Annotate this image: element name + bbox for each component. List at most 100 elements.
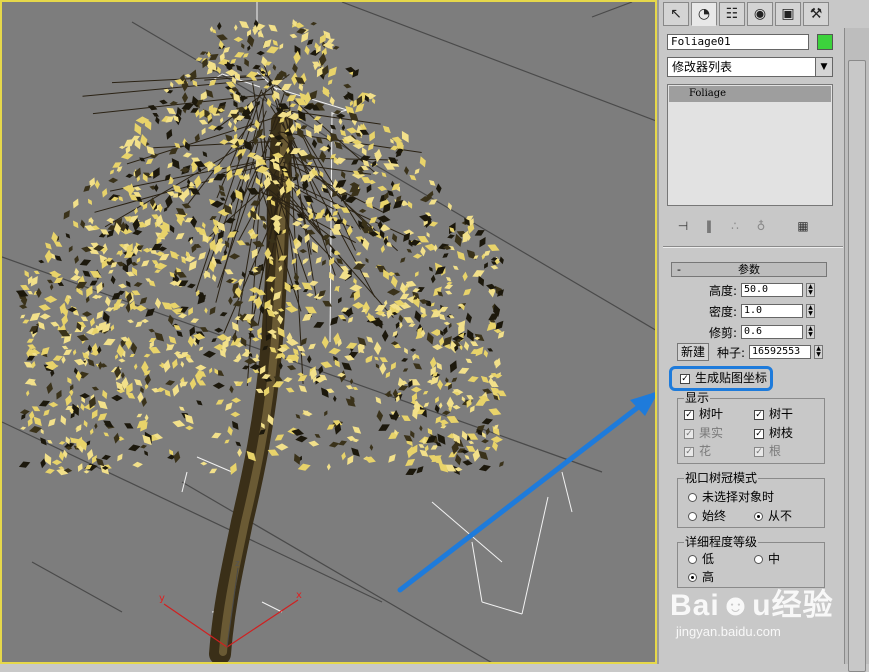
branches-checkbox[interactable]: ✓ <box>754 428 764 439</box>
branches-label: 树枝 <box>769 426 794 440</box>
never-radio[interactable] <box>754 512 763 521</box>
when-not-selected-option[interactable]: 未选择对象时 <box>688 490 774 504</box>
never-option[interactable]: 从不 <box>754 509 792 523</box>
roots-label: 根 <box>769 444 782 458</box>
density-param: 密度: 1.0 ▲ ▼ <box>670 303 815 319</box>
modify-icon: ◔ <box>697 6 711 22</box>
fruit-label: 果实 <box>699 426 724 440</box>
display-icon: ▣ <box>781 6 795 22</box>
gen-map-coords-highlight[interactable]: ✓ 生成贴图坐标 <box>669 366 773 391</box>
axis-z-label: z <box>235 559 240 569</box>
gen-map-coords-checkbox[interactable]: ✓ <box>680 373 690 384</box>
tree-trunk <box>209 111 293 662</box>
collapse-icon: - <box>677 263 681 276</box>
always-radio[interactable] <box>688 512 697 521</box>
low-label: 低 <box>702 552 715 566</box>
when-not-selected-label: 未选择对象时 <box>702 490 775 504</box>
panel-scroll-thumb[interactable] <box>848 60 866 672</box>
axis-x-label: x <box>296 590 302 601</box>
prune-spinner[interactable]: 0.6 <box>741 325 803 339</box>
display-group: 显示 ✓ 树叶 ✓ 树干 ✓ 果实 ✓ 树枝 ✓ 花 ✓ 根 <box>677 391 825 464</box>
tab-modify[interactable]: ◔ <box>691 2 717 26</box>
display-group-title: 显示 <box>684 391 711 405</box>
when-not-selected-radio[interactable] <box>688 493 697 502</box>
divider <box>663 246 843 248</box>
height-label: 高度: <box>708 283 737 298</box>
motion-icon: ◉ <box>753 6 767 22</box>
stack-item-foliage[interactable]: Foliage <box>669 86 831 102</box>
utilities-icon: ⚒ <box>809 6 823 22</box>
leaves-checkbox[interactable]: ✓ <box>684 409 694 420</box>
tab-utilities[interactable]: ⚒ <box>803 2 829 26</box>
canopy-mode-title: 视口树冠模式 <box>684 471 759 485</box>
fruit-checkbox[interactable]: ✓ <box>684 428 694 439</box>
hierarchy-icon: ☷ <box>725 6 739 22</box>
low-option[interactable]: 低 <box>688 552 714 566</box>
watermark: Bai☻u经验 jingyan.baidu.com <box>670 580 834 639</box>
trunk-label: 树干 <box>769 407 794 421</box>
rollout-title: 参数 <box>738 263 760 276</box>
panel-scrollbar[interactable] <box>844 28 869 672</box>
fruit-option[interactable]: ✓ 果实 <box>684 426 723 440</box>
tab-hierarchy[interactable]: ☷ <box>719 2 745 26</box>
density-spinner[interactable]: 1.0 <box>741 304 803 318</box>
flowers-label: 花 <box>699 444 712 458</box>
modifier-stack[interactable]: Foliage <box>667 84 833 206</box>
command-panel-tabs: ↖ ◔ ☷ ◉ ▣ ⚒ <box>663 2 829 28</box>
configure-sets-icon[interactable]: ▦ <box>793 216 813 236</box>
object-name-input[interactable]: Foliage01 <box>667 34 809 50</box>
watermark-brand: Bai☻u经验 <box>670 589 834 622</box>
seed-spinner[interactable]: 16592553 <box>749 345 811 359</box>
flowers-checkbox[interactable]: ✓ <box>684 446 694 457</box>
height-spinner[interactable]: 50.0 <box>741 283 803 297</box>
never-label: 从不 <box>768 509 793 523</box>
leaves-label: 树叶 <box>699 407 724 421</box>
stack-toolbar: ⊣ ‖ ∴ ♁ ▦ <box>667 212 833 240</box>
axis-y-label: y <box>159 593 165 604</box>
tab-motion[interactable]: ◉ <box>747 2 773 26</box>
remove-modifier-icon[interactable]: ♁ <box>751 216 771 236</box>
seed-spinner-arrows[interactable]: ▲ ▼ <box>814 345 823 359</box>
medium-label: 中 <box>768 552 781 566</box>
trunk-option[interactable]: ✓ 树干 <box>754 407 793 421</box>
prune-param: 修剪: 0.6 ▲ ▼ <box>670 324 815 340</box>
low-radio[interactable] <box>688 555 697 564</box>
canopy-mode-group: 视口树冠模式 未选择对象时 始终 从不 <box>677 471 825 528</box>
density-label: 密度: <box>708 304 737 319</box>
perspective-viewport[interactable]: y x z <box>0 0 657 664</box>
medium-option[interactable]: 中 <box>754 552 780 566</box>
always-label: 始终 <box>702 509 727 523</box>
branches-option[interactable]: ✓ 树枝 <box>754 426 793 440</box>
flowers-option[interactable]: ✓ 花 <box>684 444 711 458</box>
parameters-rollout-header[interactable]: - 参数 <box>671 262 827 277</box>
tab-display[interactable]: ▣ <box>775 2 801 26</box>
gen-map-coords-label: 生成贴图坐标 <box>695 371 768 385</box>
height-spinner-arrows[interactable]: ▲ ▼ <box>806 283 815 297</box>
watermark-url: jingyan.baidu.com <box>676 624 781 639</box>
modifier-list-label: 修改器列表 <box>672 60 733 74</box>
command-panel: ↖ ◔ ☷ ◉ ▣ ⚒ Foliage01 修改器列表 ▼ Foliage ⊣ ‖ ∴ ♁ ▦ -… <box>657 0 869 672</box>
density-spinner-arrows[interactable]: ▲ ▼ <box>806 304 815 318</box>
create-icon: ↖ <box>670 6 682 22</box>
trunk-checkbox[interactable]: ✓ <box>754 409 764 420</box>
height-param: 高度: 50.0 ▲ ▼ <box>670 282 815 298</box>
chevron-down-icon[interactable]: ▼ <box>815 58 832 76</box>
new-seed-button[interactable]: 新建 <box>677 343 709 361</box>
pin-stack-icon[interactable]: ⊣ <box>673 216 693 236</box>
seed-label: 种子: <box>716 345 745 360</box>
viewport-scene: y x z <box>2 2 655 662</box>
tab-create[interactable]: ↖ <box>663 2 689 26</box>
seed-param: 种子: 16592553 ▲ ▼ <box>711 344 823 360</box>
medium-radio[interactable] <box>754 555 763 564</box>
modifier-list-dropdown[interactable]: 修改器列表 ▼ <box>667 57 833 77</box>
make-unique-icon[interactable]: ∴ <box>725 216 745 236</box>
always-option[interactable]: 始终 <box>688 509 726 523</box>
prune-spinner-arrows[interactable]: ▲ ▼ <box>806 325 815 339</box>
prune-label: 修剪: <box>708 325 737 340</box>
roots-checkbox[interactable]: ✓ <box>754 446 764 457</box>
show-end-result-icon[interactable]: ‖ <box>699 216 719 236</box>
roots-option[interactable]: ✓ 根 <box>754 444 781 458</box>
object-color-swatch[interactable] <box>817 34 833 50</box>
leaves-option[interactable]: ✓ 树叶 <box>684 407 723 421</box>
detail-level-title: 详细程度等级 <box>684 535 759 549</box>
